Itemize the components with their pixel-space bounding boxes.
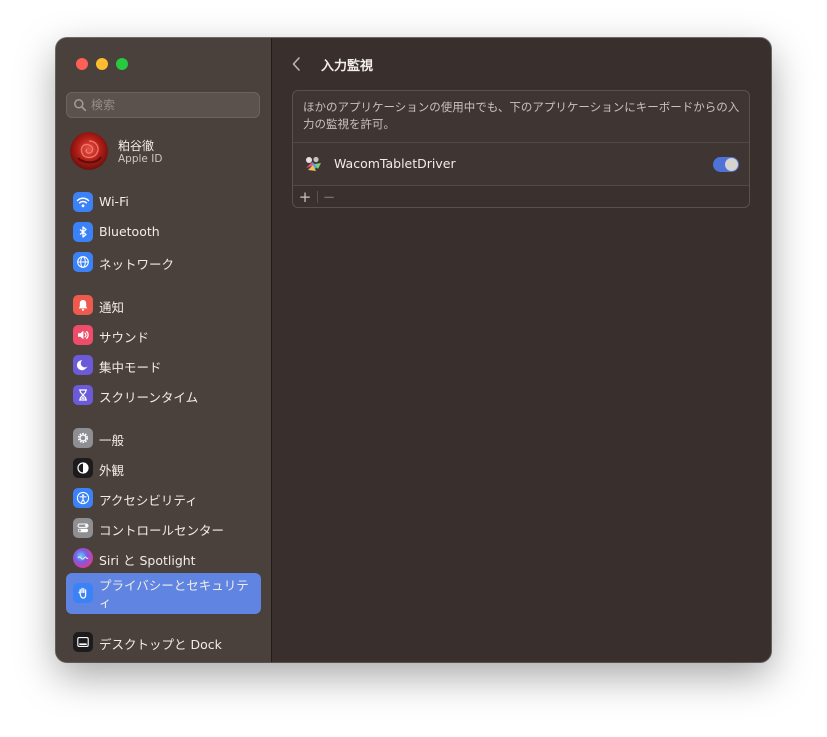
bell-icon	[73, 295, 93, 315]
sidebar-item-label: Bluetooth	[99, 224, 160, 239]
chevron-left-icon	[292, 57, 300, 71]
accessibility-icon	[73, 488, 93, 508]
input-monitoring-panel: ほかのアプリケーションの使用中でも、下のアプリケーションにキーボードからの入力の…	[292, 90, 750, 208]
zoom-window-button[interactable]	[116, 58, 128, 70]
sidebar-item-control-center[interactable]: コントロールセンター	[66, 514, 261, 542]
sidebar-item-label: デスクトップと Dock	[99, 637, 222, 652]
add-app-button[interactable]: +	[294, 186, 316, 207]
account-name: 粕谷徹	[118, 139, 155, 153]
sidebar-item-label: 一般	[99, 433, 125, 448]
siri-icon	[73, 548, 93, 568]
sidebar-item-notifications[interactable]: 通知	[66, 291, 261, 319]
sidebar: 粕谷徹 Apple ID Wi-Fi Bluetooth	[56, 38, 272, 662]
dock-icon	[73, 632, 93, 652]
page-title: 入力監視	[321, 59, 374, 74]
sidebar-item-focus[interactable]: 集中モード	[66, 351, 261, 379]
sidebar-item-label: ネットワーク	[99, 257, 175, 272]
search-icon	[74, 99, 87, 112]
app-row-wacom: WacomTabletDriver	[293, 143, 749, 185]
sidebar-item-general[interactable]: 一般	[66, 424, 261, 452]
sidebar-item-label: 通知	[99, 300, 125, 315]
settings-window: 粕谷徹 Apple ID Wi-Fi Bluetooth	[56, 38, 771, 662]
main-content: 入力監視 ほかのアプリケーションの使用中でも、下のアプリケーションにキーボードか…	[272, 38, 771, 662]
wacom-app-icon	[306, 156, 321, 171]
sidebar-item-label: Siri と Spotlight	[99, 553, 196, 568]
sidebar-item-accessibility[interactable]: アクセシビリティ	[66, 484, 261, 512]
sidebar-item-sound[interactable]: サウンド	[66, 321, 261, 349]
list-toolbar: + −	[293, 185, 749, 207]
sidebar-item-screen-time[interactable]: スクリーンタイム	[66, 381, 261, 409]
bluetooth-icon	[73, 222, 93, 242]
appearance-icon	[73, 458, 93, 478]
sidebar-item-privacy-security[interactable]: プライバシーとセキュリティ	[66, 573, 261, 614]
moon-icon	[73, 355, 93, 375]
sidebar-item-desktop-dock[interactable]: デスクトップと Dock	[66, 628, 261, 656]
sidebar-item-label: プライバシーとセキュリティ	[99, 578, 249, 610]
control-center-icon	[73, 518, 93, 538]
panel-description: ほかのアプリケーションの使用中でも、下のアプリケーションにキーボードからの入力の…	[303, 100, 740, 131]
sidebar-item-label: 集中モード	[99, 360, 162, 375]
sidebar-item-label: スクリーンタイム	[99, 390, 199, 405]
sidebar-item-wifi[interactable]: Wi-Fi	[66, 188, 261, 216]
back-button[interactable]	[288, 54, 304, 74]
close-window-button[interactable]	[76, 58, 88, 70]
search-field[interactable]	[66, 92, 260, 118]
globe-icon	[73, 252, 93, 272]
sidebar-item-bluetooth[interactable]: Bluetooth	[66, 218, 261, 246]
sidebar-item-label: アクセシビリティ	[99, 493, 198, 508]
sidebar-item-label: コントロールセンター	[99, 523, 225, 538]
account-subtitle: Apple ID	[118, 153, 163, 165]
sidebar-item-label: Wi-Fi	[99, 194, 129, 209]
sidebar-item-label: 外観	[99, 463, 125, 478]
minimize-window-button[interactable]	[96, 58, 108, 70]
sidebar-item-siri-spotlight[interactable]: Siri と Spotlight	[66, 544, 261, 572]
apple-id-account[interactable]: 粕谷徹 Apple ID	[70, 130, 260, 172]
app-name: WacomTabletDriver	[334, 156, 456, 171]
sidebar-item-network[interactable]: ネットワーク	[66, 248, 261, 276]
hourglass-icon	[73, 385, 93, 405]
gear-icon	[73, 428, 93, 448]
remove-app-button[interactable]: −	[318, 186, 340, 207]
sidebar-item-appearance[interactable]: 外観	[66, 454, 261, 482]
toggle-knob	[725, 158, 738, 171]
wacom-permission-toggle[interactable]	[713, 157, 739, 172]
search-input[interactable]	[91, 93, 251, 117]
rose-image	[77, 140, 102, 164]
avatar	[70, 132, 108, 170]
hand-icon	[73, 583, 93, 603]
sidebar-item-label: サウンド	[99, 330, 150, 345]
speaker-icon	[73, 325, 93, 345]
wifi-icon	[73, 192, 93, 212]
